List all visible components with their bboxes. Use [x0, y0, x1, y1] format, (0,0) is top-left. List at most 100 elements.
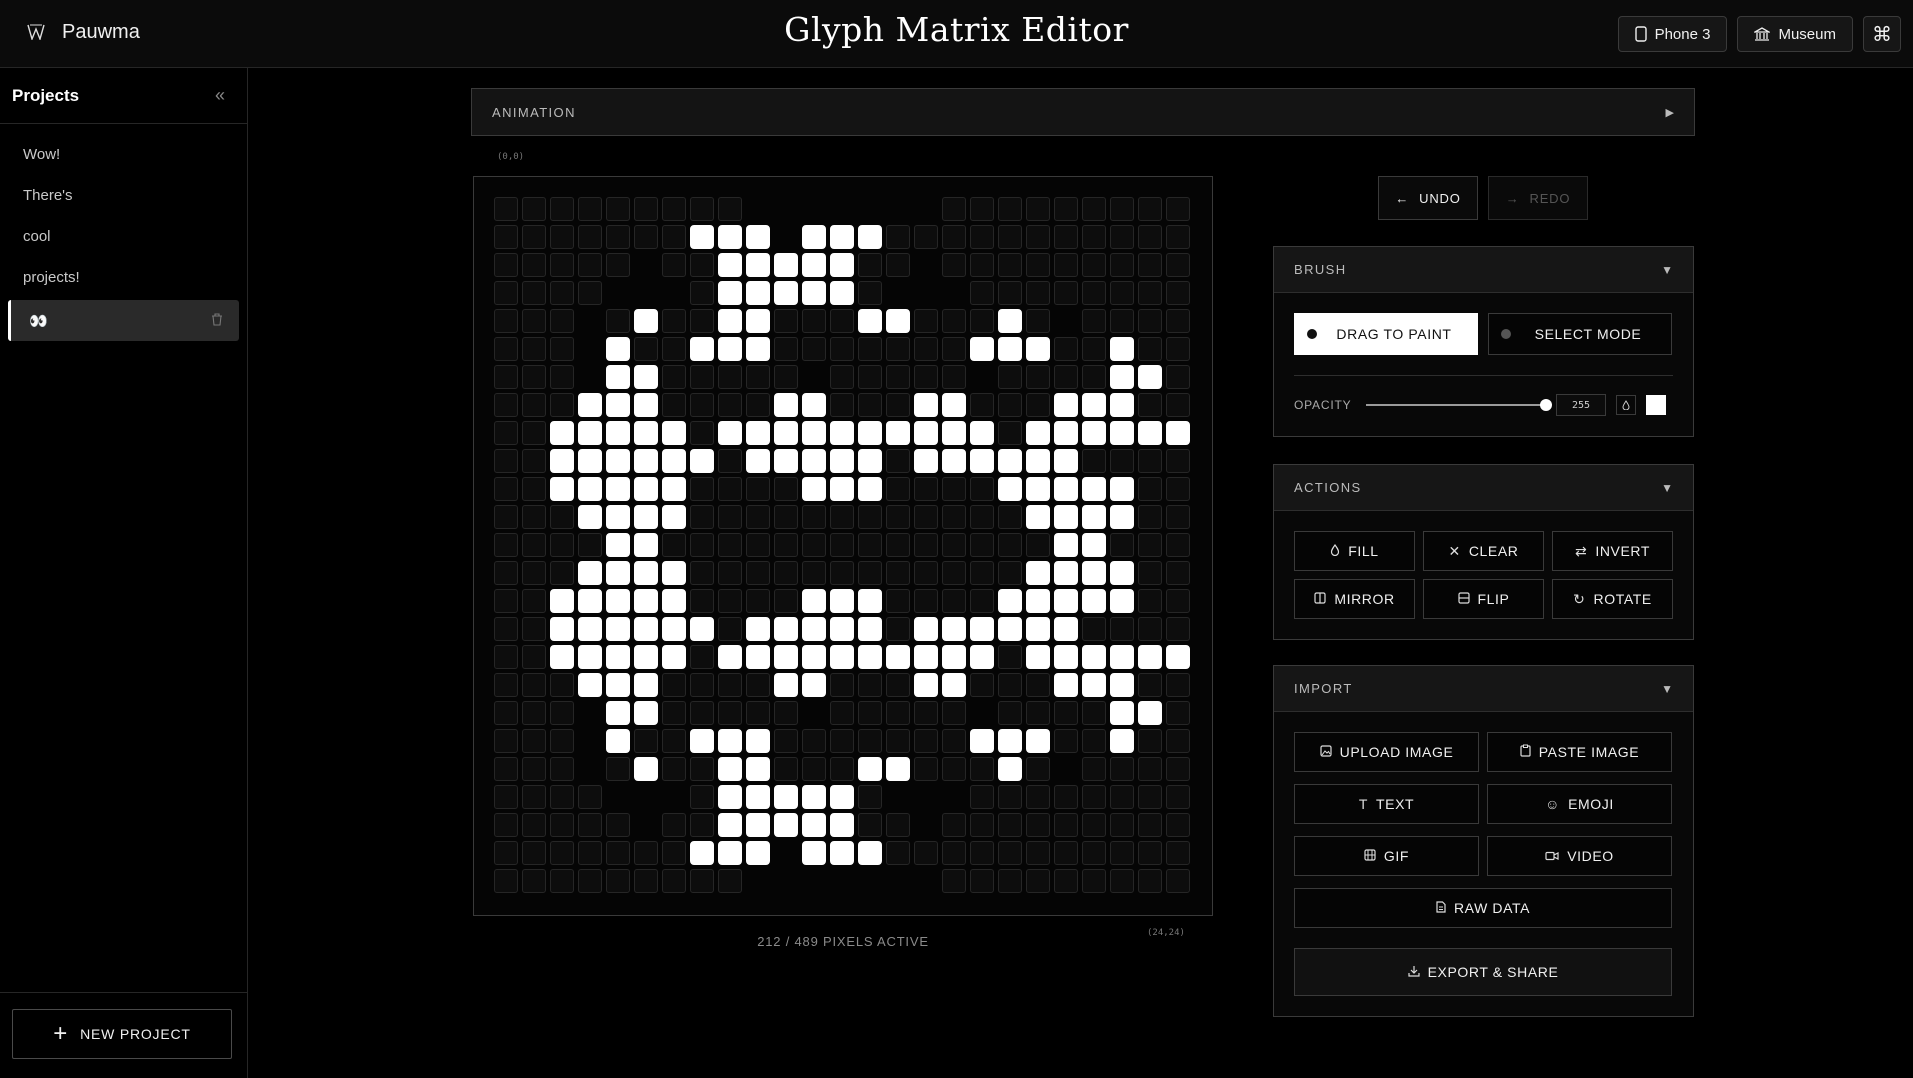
pixel-cell[interactable]	[1026, 617, 1050, 641]
pixel-cell[interactable]	[942, 673, 966, 697]
pixel-cell[interactable]	[830, 477, 854, 501]
pixel-cell[interactable]	[1054, 673, 1078, 697]
clear-button[interactable]: ✕ CLEAR	[1423, 531, 1544, 571]
pixel-cell[interactable]	[1138, 337, 1162, 361]
pixel-cell[interactable]	[914, 841, 938, 865]
pixel-cell[interactable]	[606, 617, 630, 641]
pixel-cell[interactable]	[914, 869, 938, 893]
pixel-cell[interactable]	[606, 729, 630, 753]
pixel-cell[interactable]	[802, 617, 826, 641]
slider-handle[interactable]	[1540, 399, 1552, 411]
pixel-cell[interactable]	[494, 309, 518, 333]
pixel-cell[interactable]	[774, 869, 798, 893]
pixel-cell[interactable]	[802, 645, 826, 669]
pixel-cell[interactable]	[550, 617, 574, 641]
pixel-cell[interactable]	[970, 533, 994, 557]
project-item-active[interactable]: 👀	[8, 300, 239, 341]
pixel-cell[interactable]	[1054, 365, 1078, 389]
pixel-cell[interactable]	[718, 477, 742, 501]
pixel-cell[interactable]	[578, 449, 602, 473]
pixel-cell[interactable]	[634, 253, 658, 277]
pixel-cell[interactable]	[746, 617, 770, 641]
pixel-cell[interactable]	[1082, 253, 1106, 277]
pixel-cell[interactable]	[886, 869, 910, 893]
pixel-cell[interactable]	[1166, 757, 1190, 781]
pixel-cell[interactable]	[494, 365, 518, 389]
pixel-cell[interactable]	[662, 505, 686, 529]
pixel-cell[interactable]	[858, 309, 882, 333]
pixel-cell[interactable]	[970, 421, 994, 445]
pixel-cell[interactable]	[494, 281, 518, 305]
pixel-cell[interactable]	[718, 337, 742, 361]
pixel-cell[interactable]	[970, 841, 994, 865]
pixel-cell[interactable]	[1054, 225, 1078, 249]
project-item[interactable]: There's	[8, 175, 239, 216]
pixel-cell[interactable]	[1082, 869, 1106, 893]
pixel-cell[interactable]	[998, 673, 1022, 697]
pixel-cell[interactable]	[1138, 701, 1162, 725]
pixel-cell[interactable]	[690, 281, 714, 305]
pixel-cell[interactable]	[998, 505, 1022, 529]
pixel-cell[interactable]	[1026, 813, 1050, 837]
pixel-cell[interactable]	[774, 421, 798, 445]
pixel-cell[interactable]	[550, 449, 574, 473]
pixel-cell[interactable]	[1082, 477, 1106, 501]
pixel-cell[interactable]	[1110, 589, 1134, 613]
brush-panel-header[interactable]: BRUSH ▼	[1274, 247, 1693, 293]
pixel-cell[interactable]	[578, 309, 602, 333]
pixel-cell[interactable]	[662, 645, 686, 669]
pixel-cell[interactable]	[858, 617, 882, 641]
pixel-cell[interactable]	[1054, 561, 1078, 585]
pixel-cell[interactable]	[522, 533, 546, 557]
pixel-cell[interactable]	[1026, 281, 1050, 305]
pixel-cell[interactable]	[578, 645, 602, 669]
pixel-cell[interactable]	[1054, 645, 1078, 669]
pixel-cell[interactable]	[634, 365, 658, 389]
pixel-cell[interactable]	[578, 421, 602, 445]
pixel-cell[interactable]	[494, 337, 518, 361]
pixel-cell[interactable]	[830, 281, 854, 305]
pixel-cell[interactable]	[1026, 757, 1050, 781]
pixel-cell[interactable]	[774, 253, 798, 277]
pixel-cell[interactable]	[858, 645, 882, 669]
pixel-cell[interactable]	[914, 393, 938, 417]
pixel-cell[interactable]	[690, 869, 714, 893]
pixel-cell[interactable]	[942, 393, 966, 417]
pixel-cell[interactable]	[634, 589, 658, 613]
pixel-cell[interactable]	[522, 869, 546, 893]
pixel-cell[interactable]	[858, 757, 882, 781]
pixel-cell[interactable]	[830, 785, 854, 809]
pixel-cell[interactable]	[914, 337, 938, 361]
pixel-cell[interactable]	[886, 841, 910, 865]
pixel-cell[interactable]	[746, 449, 770, 473]
pixel-cell[interactable]	[578, 505, 602, 529]
pixel-cell[interactable]	[578, 673, 602, 697]
pixel-cell[interactable]	[494, 701, 518, 725]
pixel-cell[interactable]	[718, 421, 742, 445]
pixel-cell[interactable]	[718, 253, 742, 277]
pixel-cell[interactable]	[858, 253, 882, 277]
pixel-cell[interactable]	[942, 533, 966, 557]
pixel-cell[interactable]	[1166, 561, 1190, 585]
pixel-cell[interactable]	[1082, 729, 1106, 753]
pixel-cell[interactable]	[606, 785, 630, 809]
pixel-cell[interactable]	[830, 673, 854, 697]
pixel-cell[interactable]	[1166, 281, 1190, 305]
pixel-cell[interactable]	[1138, 561, 1162, 585]
pixel-cell[interactable]	[522, 225, 546, 249]
pixel-cell[interactable]	[1054, 729, 1078, 753]
pixel-cell[interactable]	[634, 673, 658, 697]
pixel-cell[interactable]	[886, 785, 910, 809]
pixel-cell[interactable]	[830, 645, 854, 669]
pixel-cell[interactable]	[634, 841, 658, 865]
pixel-cell[interactable]	[858, 365, 882, 389]
pixel-cell[interactable]	[1166, 225, 1190, 249]
pixel-cell[interactable]	[662, 281, 686, 305]
pixel-cell[interactable]	[858, 505, 882, 529]
pixel-cell[interactable]	[634, 225, 658, 249]
pixel-cell[interactable]	[998, 869, 1022, 893]
pixel-cell[interactable]	[1138, 673, 1162, 697]
pixel-cell[interactable]	[802, 197, 826, 221]
pixel-cell[interactable]	[634, 309, 658, 333]
pixel-cell[interactable]	[970, 309, 994, 333]
